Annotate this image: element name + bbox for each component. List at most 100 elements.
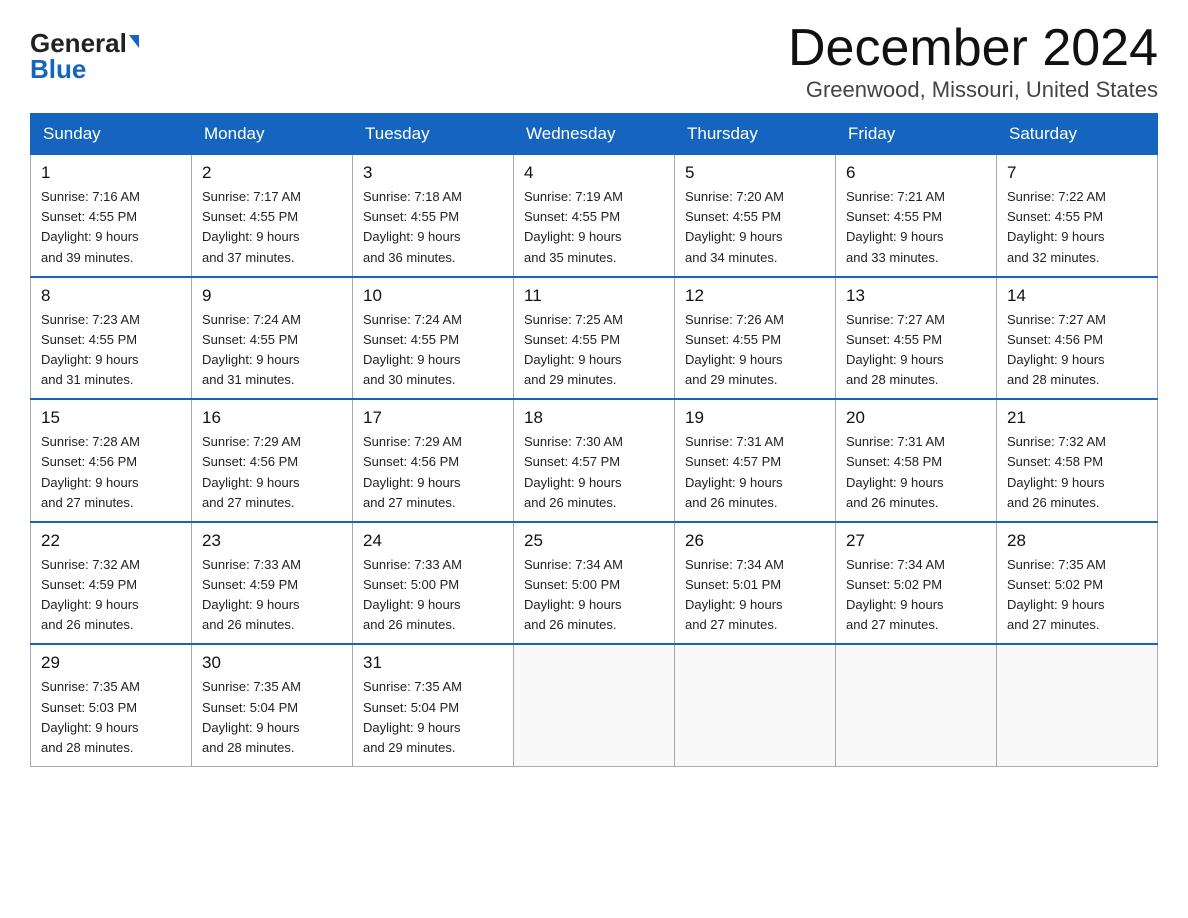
day-number: 21 [1007, 408, 1147, 428]
day-info: Sunrise: 7:34 AMSunset: 5:00 PMDaylight:… [524, 555, 664, 636]
calendar-cell: 12 Sunrise: 7:26 AMSunset: 4:55 PMDayligh… [675, 277, 836, 400]
day-number: 12 [685, 286, 825, 306]
day-number: 11 [524, 286, 664, 306]
day-info: Sunrise: 7:28 AMSunset: 4:56 PMDaylight:… [41, 432, 181, 513]
day-number: 20 [846, 408, 986, 428]
column-header-saturday: Saturday [997, 114, 1158, 155]
day-number: 24 [363, 531, 503, 551]
calendar-cell: 21Sunrise: 7:32 AMSunset: 4:58 PMDayligh… [997, 399, 1158, 522]
day-info: Sunrise: 7:26 AMSunset: 4:55 PMDaylight:… [685, 310, 825, 391]
calendar-cell: 14 Sunrise: 7:27 AMSunset: 4:56 PMDayligh… [997, 277, 1158, 400]
day-number: 27 [846, 531, 986, 551]
calendar-cell: 28Sunrise: 7:35 AMSunset: 5:02 PMDayligh… [997, 522, 1158, 645]
day-number: 9 [202, 286, 342, 306]
day-info: Sunrise: 7:31 AMSunset: 4:58 PMDaylight:… [846, 432, 986, 513]
month-title: December 2024 [788, 20, 1158, 77]
calendar-cell: 25 Sunrise: 7:34 AMSunset: 5:00 PMDayligh… [514, 522, 675, 645]
day-number: 26 [685, 531, 825, 551]
day-number: 15 [41, 408, 181, 428]
day-info: Sunrise: 7:29 AMSunset: 4:56 PMDaylight:… [202, 432, 342, 513]
calendar-cell: 18 Sunrise: 7:30 AMSunset: 4:57 PMDayligh… [514, 399, 675, 522]
day-info: Sunrise: 7:35 AMSunset: 5:02 PMDaylight:… [1007, 555, 1147, 636]
day-info: Sunrise: 7:29 AMSunset: 4:56 PMDaylight:… [363, 432, 503, 513]
calendar-week-row: 8 Sunrise: 7:23 AMSunset: 4:55 PMDaylight… [31, 277, 1158, 400]
calendar-cell [836, 644, 997, 766]
day-number: 30 [202, 653, 342, 673]
day-number: 2 [202, 163, 342, 183]
day-number: 19 [685, 408, 825, 428]
day-info: Sunrise: 7:16 AMSunset: 4:55 PMDaylight:… [41, 187, 181, 268]
day-number: 29 [41, 653, 181, 673]
day-info: Sunrise: 7:35 AMSunset: 5:03 PMDaylight:… [41, 677, 181, 758]
calendar-cell: 17 Sunrise: 7:29 AMSunset: 4:56 PMDayligh… [353, 399, 514, 522]
calendar-cell: 3Sunrise: 7:18 AMSunset: 4:55 PMDaylight… [353, 155, 514, 277]
calendar-header-row: SundayMondayTuesdayWednesdayThursdayFrid… [31, 114, 1158, 155]
calendar-cell: 29 Sunrise: 7:35 AMSunset: 5:03 PMDayligh… [31, 644, 192, 766]
calendar-cell: 31Sunrise: 7:35 AMSunset: 5:04 PMDayligh… [353, 644, 514, 766]
day-number: 14 [1007, 286, 1147, 306]
day-number: 5 [685, 163, 825, 183]
day-info: Sunrise: 7:21 AMSunset: 4:55 PMDaylight:… [846, 187, 986, 268]
day-info: Sunrise: 7:30 AMSunset: 4:57 PMDaylight:… [524, 432, 664, 513]
calendar-cell: 13 Sunrise: 7:27 AMSunset: 4:55 PMDayligh… [836, 277, 997, 400]
calendar-week-row: 1 Sunrise: 7:16 AMSunset: 4:55 PMDaylight… [31, 155, 1158, 277]
day-number: 4 [524, 163, 664, 183]
calendar-cell [514, 644, 675, 766]
day-info: Sunrise: 7:33 AMSunset: 5:00 PMDaylight:… [363, 555, 503, 636]
day-info: Sunrise: 7:34 AMSunset: 5:02 PMDaylight:… [846, 555, 986, 636]
day-info: Sunrise: 7:23 AMSunset: 4:55 PMDaylight:… [41, 310, 181, 391]
calendar-cell: 26 Sunrise: 7:34 AMSunset: 5:01 PMDayligh… [675, 522, 836, 645]
day-number: 18 [524, 408, 664, 428]
day-info: Sunrise: 7:27 AMSunset: 4:56 PMDaylight:… [1007, 310, 1147, 391]
calendar-cell: 19Sunrise: 7:31 AMSunset: 4:57 PMDayligh… [675, 399, 836, 522]
column-header-friday: Friday [836, 114, 997, 155]
calendar-cell: 10 Sunrise: 7:24 AMSunset: 4:55 PMDayligh… [353, 277, 514, 400]
column-header-thursday: Thursday [675, 114, 836, 155]
calendar-cell [997, 644, 1158, 766]
day-number: 7 [1007, 163, 1147, 183]
day-info: Sunrise: 7:33 AMSunset: 4:59 PMDaylight:… [202, 555, 342, 636]
logo: General Blue [30, 30, 139, 82]
calendar-cell: 9Sunrise: 7:24 AMSunset: 4:55 PMDaylight… [192, 277, 353, 400]
day-info: Sunrise: 7:18 AMSunset: 4:55 PMDaylight:… [363, 187, 503, 268]
calendar-cell: 4 Sunrise: 7:19 AMSunset: 4:55 PMDaylight… [514, 155, 675, 277]
day-number: 25 [524, 531, 664, 551]
logo-blue: Blue [30, 56, 86, 82]
day-number: 10 [363, 286, 503, 306]
day-number: 8 [41, 286, 181, 306]
day-info: Sunrise: 7:19 AMSunset: 4:55 PMDaylight:… [524, 187, 664, 268]
day-number: 6 [846, 163, 986, 183]
calendar-cell: 6 Sunrise: 7:21 AMSunset: 4:55 PMDaylight… [836, 155, 997, 277]
calendar-cell: 23 Sunrise: 7:33 AMSunset: 4:59 PMDayligh… [192, 522, 353, 645]
calendar-week-row: 22 Sunrise: 7:32 AMSunset: 4:59 PMDayligh… [31, 522, 1158, 645]
page-header: General Blue December 2024 Greenwood, Mi… [30, 20, 1158, 103]
calendar-cell: 22 Sunrise: 7:32 AMSunset: 4:59 PMDayligh… [31, 522, 192, 645]
day-number: 13 [846, 286, 986, 306]
day-info: Sunrise: 7:32 AMSunset: 4:59 PMDaylight:… [41, 555, 181, 636]
day-info: Sunrise: 7:25 AMSunset: 4:55 PMDaylight:… [524, 310, 664, 391]
calendar-week-row: 29 Sunrise: 7:35 AMSunset: 5:03 PMDayligh… [31, 644, 1158, 766]
calendar-cell: 7 Sunrise: 7:22 AMSunset: 4:55 PMDaylight… [997, 155, 1158, 277]
day-number: 23 [202, 531, 342, 551]
day-info: Sunrise: 7:34 AMSunset: 5:01 PMDaylight:… [685, 555, 825, 636]
column-header-monday: Monday [192, 114, 353, 155]
day-info: Sunrise: 7:17 AMSunset: 4:55 PMDaylight:… [202, 187, 342, 268]
logo-general: General [30, 30, 127, 56]
calendar-cell: 8 Sunrise: 7:23 AMSunset: 4:55 PMDaylight… [31, 277, 192, 400]
day-info: Sunrise: 7:24 AMSunset: 4:55 PMDaylight:… [363, 310, 503, 391]
column-header-sunday: Sunday [31, 114, 192, 155]
day-number: 22 [41, 531, 181, 551]
day-number: 17 [363, 408, 503, 428]
calendar-week-row: 15 Sunrise: 7:28 AMSunset: 4:56 PMDayligh… [31, 399, 1158, 522]
day-number: 31 [363, 653, 503, 673]
calendar-cell: 27 Sunrise: 7:34 AMSunset: 5:02 PMDayligh… [836, 522, 997, 645]
day-number: 1 [41, 163, 181, 183]
day-info: Sunrise: 7:27 AMSunset: 4:55 PMDaylight:… [846, 310, 986, 391]
day-info: Sunrise: 7:35 AMSunset: 5:04 PMDaylight:… [202, 677, 342, 758]
calendar-cell: 15 Sunrise: 7:28 AMSunset: 4:56 PMDayligh… [31, 399, 192, 522]
calendar-cell: 5Sunrise: 7:20 AMSunset: 4:55 PMDaylight… [675, 155, 836, 277]
calendar-table: SundayMondayTuesdayWednesdayThursdayFrid… [30, 113, 1158, 767]
calendar-cell: 24 Sunrise: 7:33 AMSunset: 5:00 PMDayligh… [353, 522, 514, 645]
calendar-cell: 11 Sunrise: 7:25 AMSunset: 4:55 PMDayligh… [514, 277, 675, 400]
day-info: Sunrise: 7:22 AMSunset: 4:55 PMDaylight:… [1007, 187, 1147, 268]
